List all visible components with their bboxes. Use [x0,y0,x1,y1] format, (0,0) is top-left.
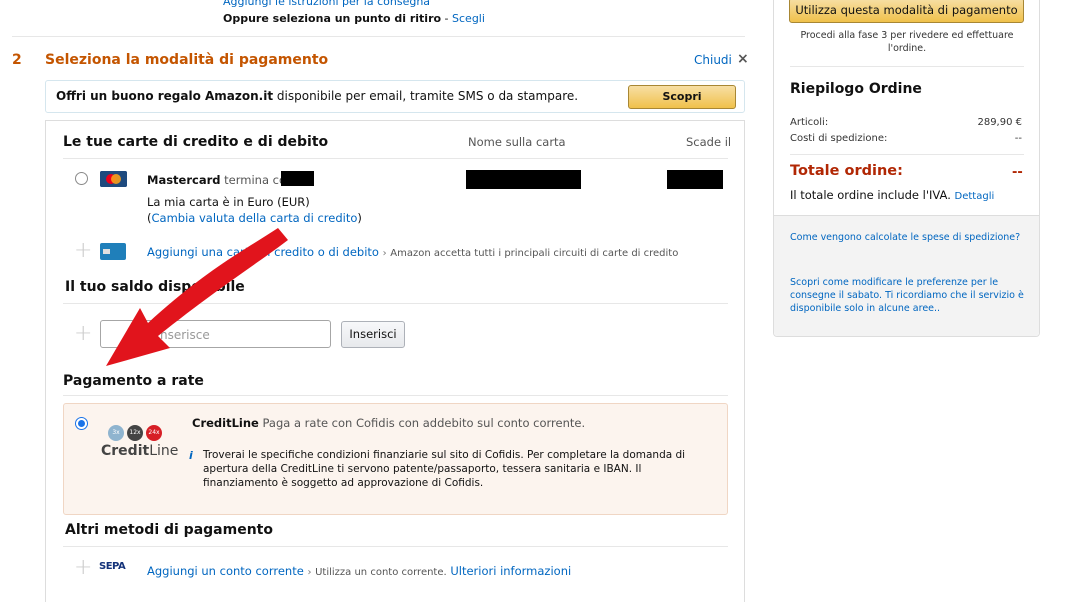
redacted-cardholder-name [466,170,581,189]
insert-button[interactable]: Inserisci [341,321,405,348]
pickup-row: Oppure seleziona un punto di ritiro - Sc… [223,12,485,25]
badge-12x: 12x [127,425,143,441]
more-info-link[interactable]: Ulteriori informazioni [450,564,571,578]
chevron-right-icon: › [307,567,312,578]
creditline-logo-bold: Credit [101,443,150,459]
chevron-right-icon: › [382,248,387,259]
pickup-choose-link[interactable]: Scegli [452,12,485,25]
expiry-header: Scade il [686,135,732,149]
items-value: 289,90 € [977,117,1022,128]
step-number: 2 [12,52,22,68]
divider [790,154,1024,155]
vat-text: Il totale ordine include l'IVA. [790,188,951,202]
add-card-note: Amazon accetta tutti i principali circui… [390,248,679,259]
info-icon: i [189,449,193,462]
vat-row: Il totale ordine include l'IVA. Dettagli [790,188,994,202]
close-link[interactable]: Chiudi [694,53,732,67]
badge-3x: 3x [108,425,124,441]
proceed-text: Procedi alla fase 3 per rivedere ed effe… [800,30,1014,54]
card-currency-line: La mia carta è in Euro (EUR) [147,195,310,209]
divider [12,36,745,37]
creditline-badges: 3x 12x 24x [108,425,168,441]
gift-card-text: Offri un buono regalo Amazon.it disponib… [56,89,578,103]
divider [63,158,728,159]
shipping-label: Costi di spedizione: [790,133,888,144]
pickup-separator: - [441,12,453,25]
creditline-title-row: CreditLine Paga a rate con Cofidis con a… [192,416,585,430]
card-radio-icon[interactable] [75,172,88,185]
order-summary-title: Riepilogo Ordine [790,81,922,97]
details-link[interactable]: Dettagli [955,191,995,202]
gift-card-rest: disponibile per email, tramite SMS o da … [273,89,579,103]
cards-section-title: Le tue carte di credito e di debito [63,134,329,150]
step-title: Seleziona la modalità di pagamento [45,52,329,68]
total-label: Totale ordine: [790,163,903,179]
divider [790,66,1024,67]
other-methods-title: Altri metodi di pagamento [65,522,273,538]
add-bank-account-link[interactable]: Aggiungi un conto corrente [147,564,304,578]
creditline-radio-icon[interactable] [75,417,88,430]
card-label: Mastercard termina con [147,173,293,187]
redacted-card-digits [281,171,314,186]
add-account-row: Aggiungi un conto corrente › Utilizza un… [147,564,571,578]
creditline-brand: CreditLine [192,416,259,430]
name-on-card-header: Nome sulla carta [468,135,566,149]
card-brand: Mastercard [147,173,221,187]
creditline-desc: Paga a rate con Cofidis con addebito sul… [258,416,586,430]
shipping-value: -- [1014,133,1022,144]
discover-button[interactable]: Scopri [628,85,736,109]
add-delivery-instructions-link[interactable]: Aggiungi le istruzioni per la consegna [223,0,430,8]
pickup-text: Oppure seleziona un punto di ritiro [223,12,442,25]
total-value: -- [1012,165,1023,180]
badge-24x: 24x [146,425,162,441]
paren-close: ) [357,211,362,225]
sepa-logo: SEPA [99,561,126,572]
divider [63,395,728,396]
creditline-finance-text: Troverai le specifiche condizioni finanz… [203,449,686,489]
redacted-expiry [667,170,723,189]
divider [63,546,728,547]
plus-icon: + [74,555,93,580]
red-arrow-annotation [106,228,288,366]
add-account-note: Utilizza un conto corrente. [315,567,447,578]
creditline-logo: CreditLine [101,443,178,459]
creditline-logo-light: Line [149,443,179,459]
saturday-delivery-link[interactable]: Scopri come modificare le preferenze per… [790,276,1024,315]
use-payment-method-button[interactable]: Utilizza questa modalità di pagamento [789,0,1024,23]
shipping-calc-link[interactable]: Come vengono calcolate le spese di spedi… [790,231,1024,244]
close-icon[interactable]: × [737,51,749,67]
items-label: Articoli: [790,117,829,128]
gift-card-bold: Offri un buono regalo Amazon.it [56,89,274,103]
mastercard-icon [100,171,127,187]
